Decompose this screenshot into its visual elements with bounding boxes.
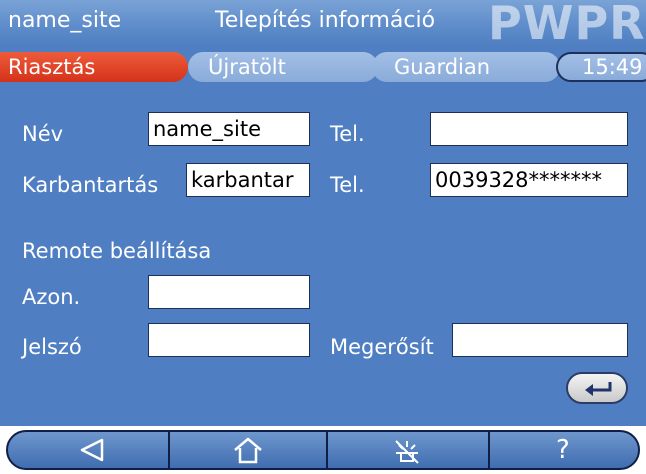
tab-row: Riasztás Újratölt Guardian 15:49 <box>0 46 646 88</box>
nav-pill: ? <box>6 430 640 470</box>
id-label: Azon. <box>22 285 81 309</box>
brand-logo: PWPRO <box>488 0 646 50</box>
home-icon <box>234 437 262 464</box>
phone1-label: Tel. <box>330 122 365 146</box>
page-title: Telepítés információ <box>215 8 436 33</box>
back-arrow-icon <box>80 438 104 462</box>
id-field[interactable] <box>148 275 310 309</box>
clock-display: 15:49 <box>556 52 646 82</box>
enter-icon <box>585 382 612 396</box>
name-label: Név <box>22 122 64 146</box>
remote-settings-heading: Remote beállítása <box>22 239 212 263</box>
bottom-nav: ? <box>0 426 646 474</box>
back-button[interactable] <box>8 432 168 468</box>
site-name: name_site <box>8 8 122 33</box>
install-info-form: Név name_site Tel. Karbantartás karbanta… <box>0 88 646 426</box>
help-button[interactable]: ? <box>490 432 638 468</box>
home-button[interactable] <box>170 432 326 468</box>
confirm-field[interactable] <box>452 323 628 357</box>
name-field[interactable]: name_site <box>148 112 310 146</box>
help-icon: ? <box>556 435 570 465</box>
alarm-off-icon <box>395 440 419 464</box>
alarm-silence-button[interactable] <box>328 432 488 468</box>
tab-alarm[interactable]: Riasztás <box>0 52 188 82</box>
maintenance-label: Karbantartás <box>22 173 159 197</box>
phone2-label: Tel. <box>330 173 365 197</box>
tab-guardian[interactable]: Guardian <box>372 52 560 82</box>
password-label: Jelszó <box>22 335 82 359</box>
enter-button[interactable] <box>566 372 628 404</box>
title-bar: name_site Telepítés információ PWPRO <box>0 0 646 46</box>
maintenance-field[interactable]: karbantar <box>186 163 310 197</box>
phone2-field[interactable]: 0039328******* <box>430 163 628 197</box>
phone1-field[interactable] <box>430 112 628 146</box>
tab-reload[interactable]: Újratölt <box>188 52 378 82</box>
confirm-label: Megerősít <box>330 335 434 359</box>
screen: name_site Telepítés információ PWPRO Ria… <box>0 0 646 474</box>
password-field[interactable] <box>148 323 310 357</box>
